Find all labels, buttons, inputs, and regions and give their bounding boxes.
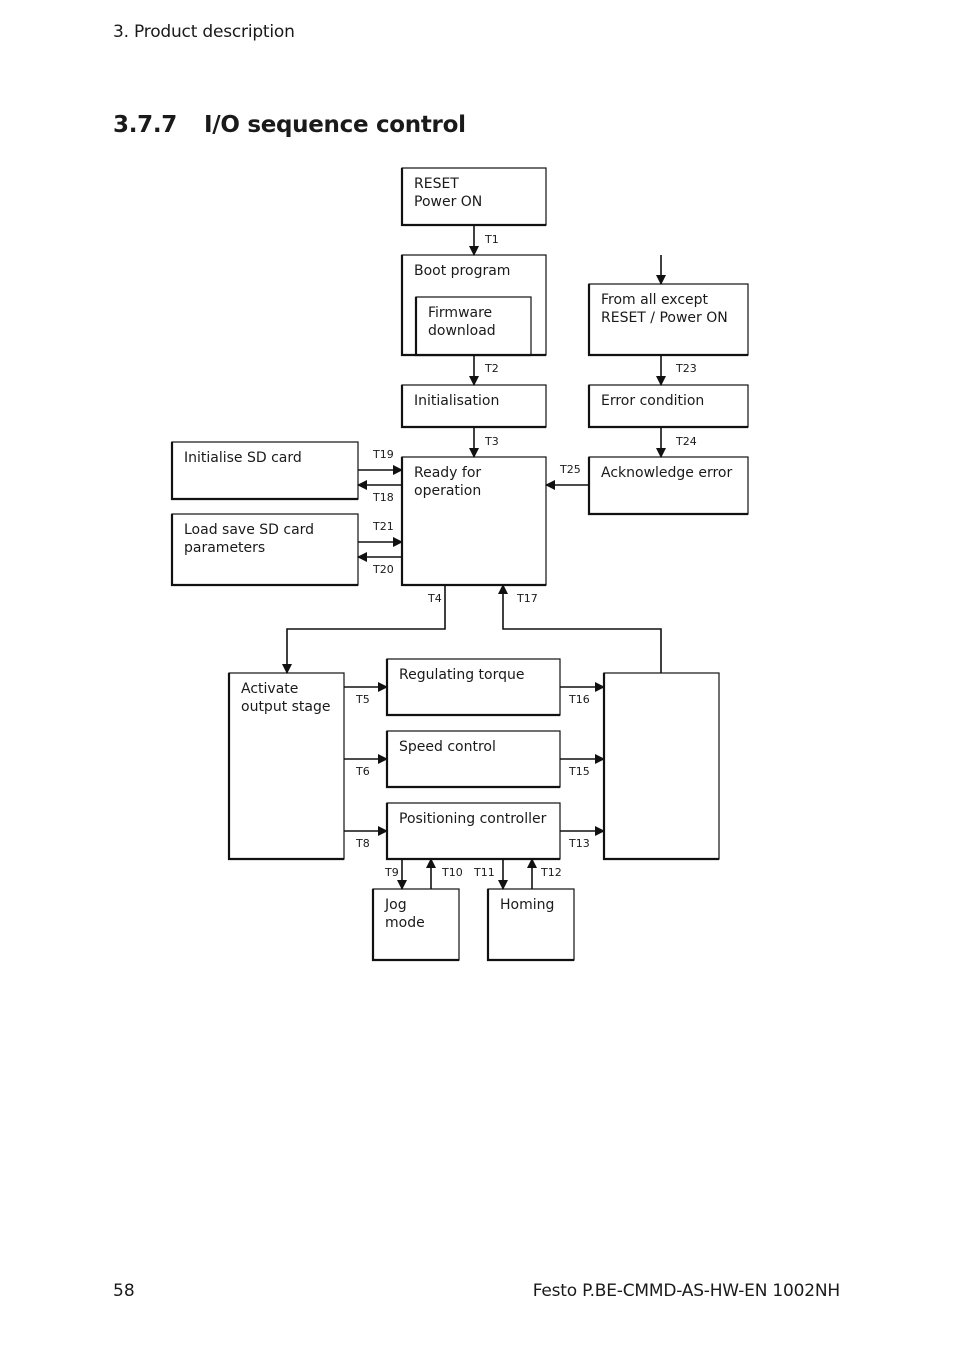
transition-t12: T12: [527, 858, 562, 889]
initialisation-state: Initialisation: [400, 384, 547, 429]
transition-t10: T10: [426, 858, 463, 889]
transition-t20: T20: [357, 552, 402, 576]
jog-mode-label: mode: [385, 915, 425, 931]
activate-output-stage-label: output stage: [241, 699, 331, 715]
transition-t24: T24: [656, 427, 697, 458]
initialise-sd-card-label: Initialise SD card: [184, 450, 302, 466]
positioning-controller-state: Positioning controller: [385, 802, 561, 861]
acknowledge-error-state: Acknowledge error: [587, 456, 749, 516]
collector-state: [602, 672, 720, 861]
homing-label: Homing: [500, 897, 554, 913]
positioning-controller-label: Positioning controller: [399, 811, 547, 827]
load-save-sd-card-label: parameters: [184, 540, 265, 556]
transition-label: T11: [473, 866, 495, 879]
firmware-download-label: Firmware: [428, 305, 492, 321]
transition-t8: T8: [344, 826, 388, 850]
reset-power-on-label: RESET: [414, 176, 459, 192]
transition-label: T23: [675, 362, 697, 375]
transition-t21: T21: [358, 520, 403, 547]
ready-for-operation-state: Ready for operation: [400, 456, 547, 587]
jog-mode-state: Jog mode: [371, 888, 460, 962]
transition-t25: T25: [545, 463, 589, 490]
activate-output-stage-label: Activate: [241, 681, 298, 697]
transition-label: T1: [484, 233, 499, 246]
transition-label: T8: [355, 837, 370, 850]
transition-label: T16: [568, 693, 590, 706]
transition-label: T2: [484, 362, 499, 375]
from-all-except-state: From all except RESET / Power ON: [587, 283, 749, 357]
page-number: 58: [113, 1281, 135, 1301]
transition-t3: T3: [469, 427, 499, 458]
transition-label: T18: [372, 491, 394, 504]
transition-t11: T11: [473, 859, 508, 890]
transition-label: T5: [355, 693, 370, 706]
transition-label: T25: [559, 463, 581, 476]
transition-t23: T23: [656, 355, 697, 386]
reset-power-on-label: Power ON: [414, 194, 482, 210]
transition-label: T12: [540, 866, 562, 879]
transition-label: T24: [675, 435, 697, 448]
transition-t13: T13: [560, 826, 605, 850]
firmware-download-label: download: [428, 323, 496, 339]
from-all-except-label: From all except: [601, 292, 709, 308]
transition-t5: T5: [344, 682, 388, 706]
transition-label: T6: [355, 765, 370, 778]
activate-output-stage-state: Activate output stage: [227, 672, 345, 861]
transition-label: T10: [441, 866, 463, 879]
speed-control-label: Speed control: [399, 739, 496, 755]
initialisation-label: Initialisation: [414, 393, 499, 409]
load-save-sd-card-label: Load save SD card: [184, 522, 314, 538]
initialise-sd-card-state: Initialise SD card: [170, 441, 359, 501]
ready-for-operation-label: operation: [414, 483, 481, 499]
boot-program-label: Boot program: [414, 263, 510, 279]
error-condition-label: Error condition: [601, 393, 704, 409]
transition-label: T17: [516, 592, 538, 605]
transition-label: T15: [568, 765, 590, 778]
transition-t1: T1: [469, 225, 499, 256]
transition-t16: T16: [560, 682, 605, 706]
transition-label: T19: [372, 448, 394, 461]
transition-label: T21: [372, 520, 394, 533]
transition-t6: T6: [344, 754, 388, 778]
jog-mode-label: Jog: [384, 897, 407, 913]
transition-t15: T15: [560, 754, 605, 778]
acknowledge-error-label: Acknowledge error: [601, 465, 733, 481]
ready-for-operation-label: Ready for: [414, 465, 481, 481]
firmware-download-state: Firmware download: [414, 296, 532, 357]
reset-power-on-state: RESET Power ON: [400, 167, 547, 227]
transition-label: T3: [484, 435, 499, 448]
io-sequence-diagram: RESET Power ON Boot program Firmware downloa…: [170, 167, 749, 962]
transition-t9: T9: [384, 859, 407, 890]
transition-label: T4: [427, 592, 442, 605]
regulating-torque-state: Regulating torque: [385, 658, 561, 717]
from-all-except-label: RESET / Power ON: [601, 310, 728, 326]
load-save-sd-card-state: Load save SD card parameters: [170, 513, 359, 587]
transition-label: T9: [384, 866, 399, 879]
homing-state: Homing: [486, 888, 575, 962]
document-id: Festo P.BE-CMMD-AS-HW-EN 1002NH: [532, 1281, 840, 1301]
transition-label: T13: [568, 837, 590, 850]
transition-t2: T2: [469, 355, 499, 386]
transition-t18: T18: [357, 480, 402, 504]
transition-t19: T19: [358, 448, 403, 475]
error-condition-state: Error condition: [587, 384, 749, 429]
speed-control-state: Speed control: [385, 730, 561, 789]
transition-label: T20: [372, 563, 394, 576]
regulating-torque-label: Regulating torque: [399, 667, 524, 683]
